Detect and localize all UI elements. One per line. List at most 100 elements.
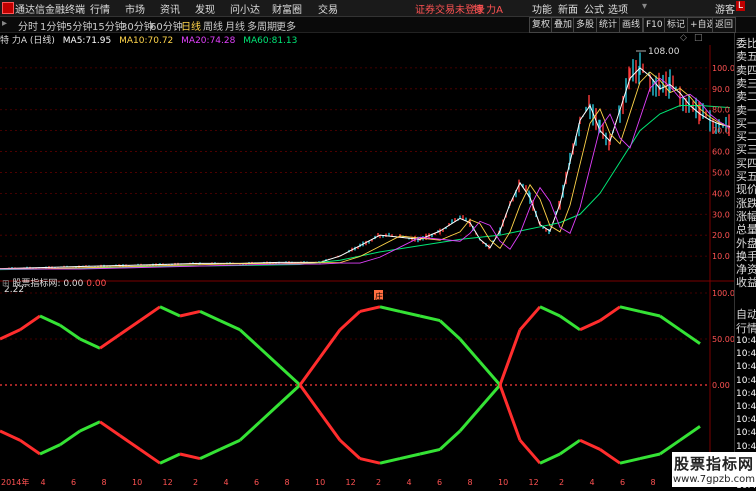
indicator-y-tick: 50.00 xyxy=(712,335,734,344)
zhuang-marker: 庄 xyxy=(375,291,383,301)
indicator-segment xyxy=(419,447,441,456)
indicator-segment xyxy=(619,457,641,465)
indicator-segment xyxy=(478,384,502,409)
toolbar-draw-button[interactable]: 画线 xyxy=(619,17,644,33)
indicator-segment xyxy=(119,319,141,336)
menu-item-newpage[interactable]: 新面 xyxy=(558,1,578,16)
tick-time: 10:40 xyxy=(736,402,756,412)
indicator-segment xyxy=(359,457,381,465)
x-tick: 10 xyxy=(315,478,325,487)
x-tick: 2 xyxy=(193,478,198,487)
toolbar-multistock-button[interactable]: 多股 xyxy=(573,17,598,33)
indicator-segment xyxy=(318,411,342,442)
indicator-segment xyxy=(338,310,362,331)
guest-label[interactable]: 游客 xyxy=(715,1,735,16)
x-tick: 6 xyxy=(254,478,259,487)
period-multi[interactable]: 多周期 xyxy=(247,18,277,33)
main-series xyxy=(0,52,731,271)
indicator-segment xyxy=(599,448,621,465)
tick-time: 10:40 xyxy=(736,375,756,386)
indicator-segment xyxy=(539,452,561,465)
chart-area[interactable]: 10.020.030.040.050.060.070.080.090.0100.… xyxy=(0,45,734,487)
menu-item-market[interactable]: 行情 xyxy=(90,1,110,16)
indicator-segment xyxy=(199,448,221,460)
toolbar-mark-button[interactable]: 标记 xyxy=(664,17,689,33)
menu-item-options[interactable]: 选项 xyxy=(608,1,628,16)
indicator-segment xyxy=(19,438,41,456)
indicator-segment xyxy=(278,365,302,387)
indicator-segment xyxy=(179,452,201,461)
quote-label: 收益 xyxy=(736,276,756,290)
indicator-value2: 0.00 xyxy=(86,279,107,289)
quote-tab[interactable]: 行情 xyxy=(736,320,756,336)
x-tick: 6 xyxy=(437,478,442,487)
app-logo-icon xyxy=(2,2,14,14)
indicator-expand-icon[interactable]: ⊞ xyxy=(2,279,10,289)
x-tick: 4 xyxy=(407,478,412,487)
period-daily[interactable]: 日线 xyxy=(181,18,201,33)
indicator-segment xyxy=(39,314,61,327)
chart-option-icon[interactable]: ◇ xyxy=(680,33,687,43)
period-30min[interactable]: 30分钟 xyxy=(121,18,154,33)
series-line-ma60 xyxy=(0,105,731,271)
indicator-segment xyxy=(79,420,101,433)
x-tick: 8 xyxy=(651,478,656,487)
indicator-segment xyxy=(498,384,522,441)
stock-name: 特 力A xyxy=(473,5,504,16)
indicator-segment xyxy=(219,319,241,332)
indicator-segment xyxy=(139,448,161,465)
indicator-segment xyxy=(639,309,661,318)
indicator-segment xyxy=(238,420,262,442)
menu-item-markets[interactable]: 市场 xyxy=(125,1,145,16)
series-line-ma5 xyxy=(0,67,731,270)
x-tick: 4 xyxy=(590,478,595,487)
indicator-segment xyxy=(659,314,681,332)
menu-item-trade[interactable]: 交易 xyxy=(318,1,338,16)
indicator-segment xyxy=(458,407,482,432)
main-y-tick: 90.0 xyxy=(712,85,730,94)
quote-panel: L 委比 卖五 卖四 卖三 卖二 卖一 买一 买二 买三 买四 买五 现价 涨跌 涨幅 总量 外盘 换手 净资 收益… xyxy=(734,1,756,491)
indicator-segment xyxy=(599,305,621,322)
x-tick: 4 xyxy=(224,478,229,487)
indicator-segment xyxy=(518,439,542,465)
main-y-tick: 50.0 xyxy=(712,168,730,177)
indicator-y-axis: 0.00 50.00 100.00 xyxy=(712,289,734,390)
toolbar-stats-button[interactable]: 统计 xyxy=(596,17,621,33)
menu-item-function[interactable]: 功能 xyxy=(532,1,552,16)
tick-time: 10:40 xyxy=(736,336,756,346)
toolbar-back-button[interactable]: 返回 xyxy=(712,17,737,33)
menu-item-discover[interactable]: 发现 xyxy=(195,1,215,16)
period-60min[interactable]: 60分钟 xyxy=(150,18,183,33)
period-5min[interactable]: 5分钟 xyxy=(66,18,92,33)
main-y-tick: 70.0 xyxy=(712,127,730,136)
chart-maximize-icon[interactable]: □ xyxy=(694,33,703,43)
x-tick: 12 xyxy=(529,478,539,487)
indicator-value1: : 0.00 xyxy=(57,279,84,289)
indicator-y-tick: 0.00 xyxy=(712,381,730,390)
period-intraday[interactable]: 分时 xyxy=(18,18,38,33)
indicator-segment xyxy=(298,356,322,386)
period-weekly[interactable]: 周线 xyxy=(203,18,223,33)
period-monthly[interactable]: 月线 xyxy=(225,18,245,33)
menu-item-news[interactable]: 资讯 xyxy=(160,1,180,16)
x-tick: 2 xyxy=(376,478,381,487)
period-15min[interactable]: 15分钟 xyxy=(92,18,125,33)
indicator-segment xyxy=(0,328,21,341)
menu-item-ask[interactable]: 问小达 xyxy=(230,1,260,16)
indicator-segment xyxy=(99,333,121,350)
menu-item-formula[interactable]: 公式 xyxy=(584,1,604,16)
indicator-grid xyxy=(0,292,710,386)
toolbar-adjust-button[interactable]: 复权 xyxy=(529,17,554,33)
minimize-icon[interactable]: ▾ xyxy=(642,1,647,12)
indicator-segment xyxy=(478,361,502,386)
main-y-axis: 10.0 20.0 30.0 40.0 50.0 60.0 70.0 80.0 90.0 100.… xyxy=(712,64,734,261)
period-1min[interactable]: 1分钟 xyxy=(40,18,66,33)
indicator-segment xyxy=(159,305,181,318)
toolbar-overlay-button[interactable]: 叠加 xyxy=(551,17,576,33)
toolbar-f10-button[interactable]: F10 xyxy=(643,17,666,33)
period-more[interactable]: 更多 xyxy=(276,18,296,33)
menu-item-wealth[interactable]: 财富圈 xyxy=(272,1,302,16)
tick-time: 10:41 xyxy=(736,428,756,439)
period-arrow-icon[interactable]: ▸ xyxy=(2,18,7,29)
watermark-url: www.7gpzb.com xyxy=(673,474,755,485)
